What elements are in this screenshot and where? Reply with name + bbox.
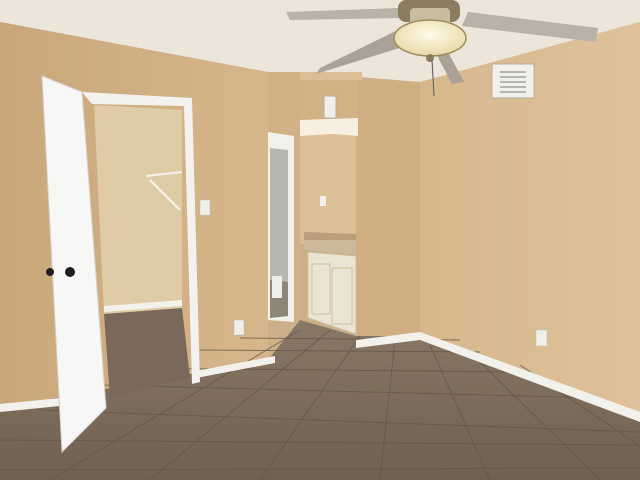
light-switch-plate [199, 199, 211, 216]
ceiling-vent [491, 63, 535, 99]
alcove-ceiling-light [300, 118, 358, 136]
door-knob [65, 267, 75, 277]
wall-vent [323, 95, 337, 119]
fan-light-globe [393, 19, 467, 57]
room-photo [0, 0, 640, 480]
vanity-outlet [320, 196, 326, 206]
center-column [356, 80, 420, 342]
room-illustration [0, 0, 640, 480]
fan-finial [426, 54, 434, 62]
wall-outlet [233, 319, 245, 336]
toilet [272, 276, 282, 298]
closet-interior [94, 105, 182, 314]
door-knob [46, 268, 54, 276]
wall-outlet [535, 329, 548, 347]
